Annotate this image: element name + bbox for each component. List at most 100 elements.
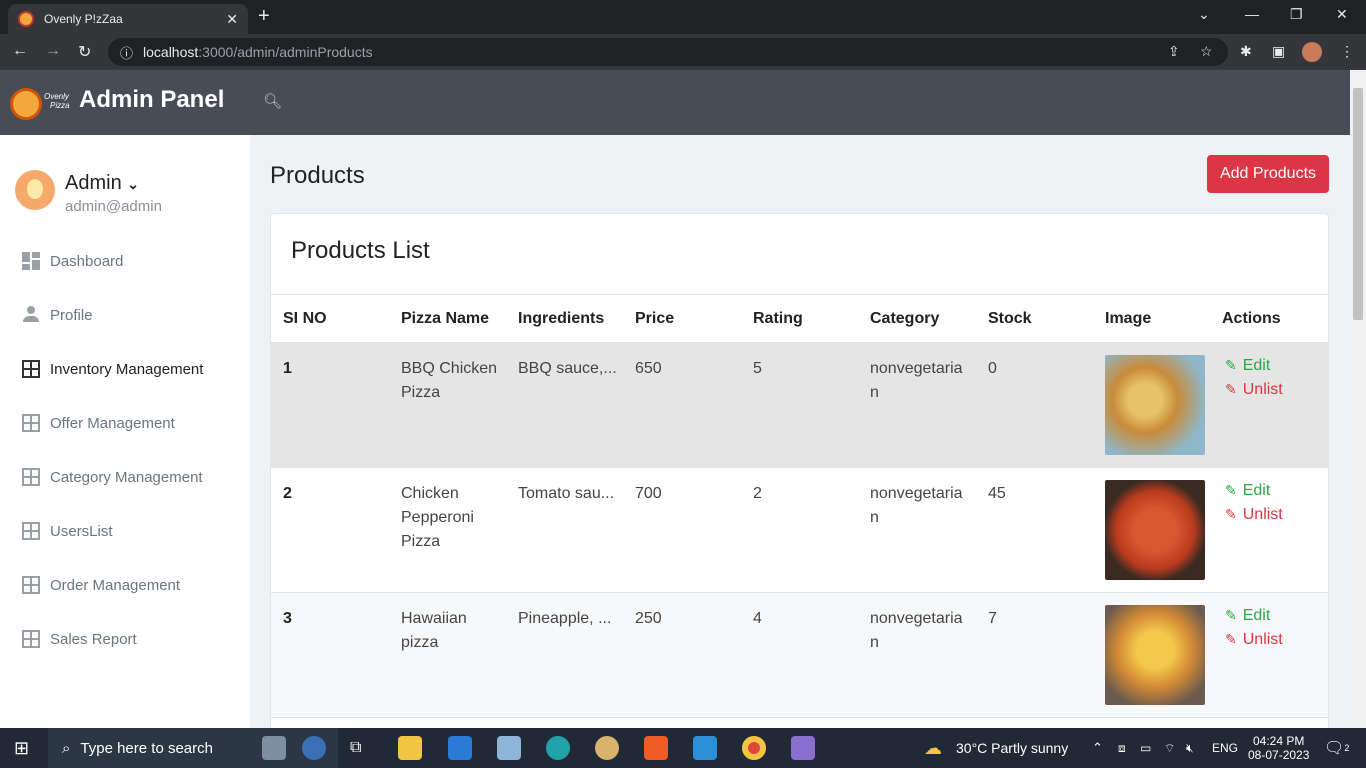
sidebar-item-dashboard[interactable]: Dashboard <box>22 252 123 270</box>
row-rating: 5 <box>753 360 762 377</box>
pizza-favicon-icon <box>18 11 34 27</box>
row-sino: 3 <box>283 610 292 627</box>
profile-avatar[interactable] <box>15 170 55 210</box>
notification-count: 2 <box>1344 743 1350 753</box>
row-ingredients: BBQ sauce,... <box>518 360 617 377</box>
column-header-category: Category <box>870 310 940 327</box>
edit-button[interactable]: ✎ Edit <box>1225 357 1270 375</box>
grid-icon <box>22 468 40 486</box>
grid-icon <box>22 414 40 432</box>
edit-label: Edit <box>1242 607 1271 624</box>
column-header-name: Pizza Name <box>401 310 490 327</box>
minimize-icon[interactable]: — <box>1245 6 1259 22</box>
search-icon[interactable]: 🔍︎ <box>263 92 282 110</box>
column-header-sino: SI NO <box>283 310 327 327</box>
sidebar-item-label: Sales Report <box>50 630 137 648</box>
weather-text[interactable]: 30°C Partly sunny <box>956 728 1068 768</box>
unlist-button[interactable]: ✎ Unlist <box>1225 381 1283 399</box>
add-products-button[interactable]: Add Products <box>1207 155 1329 193</box>
edit-button[interactable]: ✎ Edit <box>1225 607 1270 625</box>
sidebar-item-orders[interactable]: Order Management <box>22 576 180 594</box>
row-price: 700 <box>635 485 662 502</box>
logo-text-line-1: Ovenly <box>44 92 69 101</box>
row-pizza-name: Hawaiian pizza <box>401 610 467 651</box>
windows-start-icon[interactable]: ⊞ <box>14 728 29 768</box>
notepad-icon[interactable] <box>497 736 521 760</box>
scrollbar-thumb[interactable] <box>1353 88 1363 320</box>
headset-icon[interactable] <box>302 736 326 760</box>
system-tray-chevron-icon[interactable]: ⌃ <box>1092 728 1103 768</box>
brave-browser-icon[interactable] <box>644 736 668 760</box>
new-tab-icon[interactable]: + <box>258 5 270 28</box>
row-ingredients: Pineapple, ... <box>518 610 612 627</box>
vscode-icon[interactable] <box>693 736 717 760</box>
pencil-icon: ✎ <box>1225 631 1237 647</box>
pencil-icon: ✎ <box>1225 381 1237 397</box>
page-scrollbar[interactable] <box>1350 70 1366 728</box>
tab-search-chevron-icon[interactable]: ⌄ <box>1198 6 1210 23</box>
unlist-button[interactable]: ✎ Unlist <box>1225 506 1283 524</box>
address-bar[interactable]: ⓘ localhost :3000/admin/adminProducts <box>108 38 1228 66</box>
url-path: :3000/admin/adminProducts <box>198 44 373 60</box>
sidebar-item-categories[interactable]: Category Management <box>22 468 203 486</box>
back-icon[interactable]: ← <box>12 42 28 60</box>
extensions-icon[interactable]: ✱ <box>1240 43 1252 60</box>
clock[interactable]: 04:24 PM 08-07-2023 <box>1248 728 1309 768</box>
brand-title[interactable]: Admin Panel <box>79 86 224 114</box>
card-divider <box>271 294 1328 295</box>
game-controller-icon[interactable] <box>262 736 286 760</box>
grid-icon <box>22 576 40 594</box>
file-explorer-icon[interactable] <box>398 736 422 760</box>
sidebar-item-sales-report[interactable]: Sales Report <box>22 630 137 648</box>
edge-browser-icon[interactable] <box>546 736 570 760</box>
sidebar-item-users[interactable]: UsersList <box>22 522 113 540</box>
info-icon[interactable]: ⓘ <box>120 43 133 62</box>
restore-icon[interactable]: ❐ <box>1290 6 1303 23</box>
unlist-button[interactable]: ✎ Unlist <box>1225 631 1283 649</box>
notifications-icon[interactable]: 🗨︎ 2 <box>1324 728 1349 768</box>
chevron-down-icon[interactable]: ⌄ <box>127 176 139 192</box>
app-header: Ovenly Pizza Admin Panel 🔍︎ <box>0 70 1350 135</box>
paint-icon[interactable] <box>595 736 619 760</box>
forward-icon[interactable]: → <box>45 42 61 60</box>
unlist-label: Unlist <box>1242 381 1283 398</box>
table-row: 1 BBQ Chicken Pizza BBQ sauce,... 650 5 … <box>271 342 1328 467</box>
pencil-icon: ✎ <box>1225 506 1237 522</box>
browser-toolbar: ← → ↻ ⓘ localhost :3000/admin/adminProdu… <box>0 34 1366 70</box>
volume-muted-icon[interactable]: 🔇︎ <box>1186 728 1194 768</box>
mail-icon[interactable] <box>448 736 472 760</box>
row-stock: 45 <box>988 485 1006 502</box>
dashboard-icon <box>22 252 40 270</box>
bookmark-star-icon[interactable]: ☆ <box>1200 43 1213 60</box>
taskbar-search[interactable]: ⌕ Type here to search <box>48 728 338 768</box>
language-indicator[interactable]: ENG <box>1212 728 1238 768</box>
side-panel-icon[interactable]: ▣ <box>1272 43 1285 60</box>
edit-button[interactable]: ✎ Edit <box>1225 482 1270 500</box>
sidebar-item-inventory[interactable]: Inventory Management <box>22 360 203 378</box>
share-icon[interactable]: ⇪ <box>1168 43 1180 60</box>
profile-name[interactable]: Admin ⌄ <box>65 172 139 195</box>
close-tab-icon[interactable]: ✕ <box>226 11 238 28</box>
pizza-logo-icon[interactable] <box>10 88 42 120</box>
wifi-icon[interactable]: ⌔ <box>1164 728 1175 768</box>
battery-icon[interactable]: ▭ <box>1140 728 1151 768</box>
task-view-icon[interactable]: ⧉ <box>350 728 361 768</box>
sidebar-item-profile[interactable]: Profile <box>22 306 93 324</box>
row-pizza-name: BBQ Chicken Pizza <box>401 360 498 401</box>
row-stock: 0 <box>988 360 997 377</box>
tray-device-icon[interactable]: ⧈ <box>1118 728 1126 768</box>
pencil-icon: ✎ <box>1225 482 1237 498</box>
reload-icon[interactable]: ↻ <box>78 42 91 62</box>
user-icon <box>22 306 40 324</box>
edit-label: Edit <box>1242 482 1271 499</box>
close-window-icon[interactable]: ✕ <box>1336 6 1348 23</box>
chrome-icon[interactable] <box>742 736 766 760</box>
weather-icon[interactable]: ☁ <box>924 728 942 768</box>
browser-menu-icon[interactable]: ⋮ <box>1340 43 1354 60</box>
browser-tab[interactable]: Ovenly P!zZaa ✕ <box>8 4 248 34</box>
sidebar-item-offers[interactable]: Offer Management <box>22 414 175 432</box>
git-icon[interactable] <box>791 736 815 760</box>
page-title: Products <box>270 162 365 189</box>
browser-tabbar: Ovenly P!zZaa ✕ + ⌄ — ❐ ✕ <box>0 0 1366 34</box>
browser-profile-avatar[interactable] <box>1302 42 1322 62</box>
